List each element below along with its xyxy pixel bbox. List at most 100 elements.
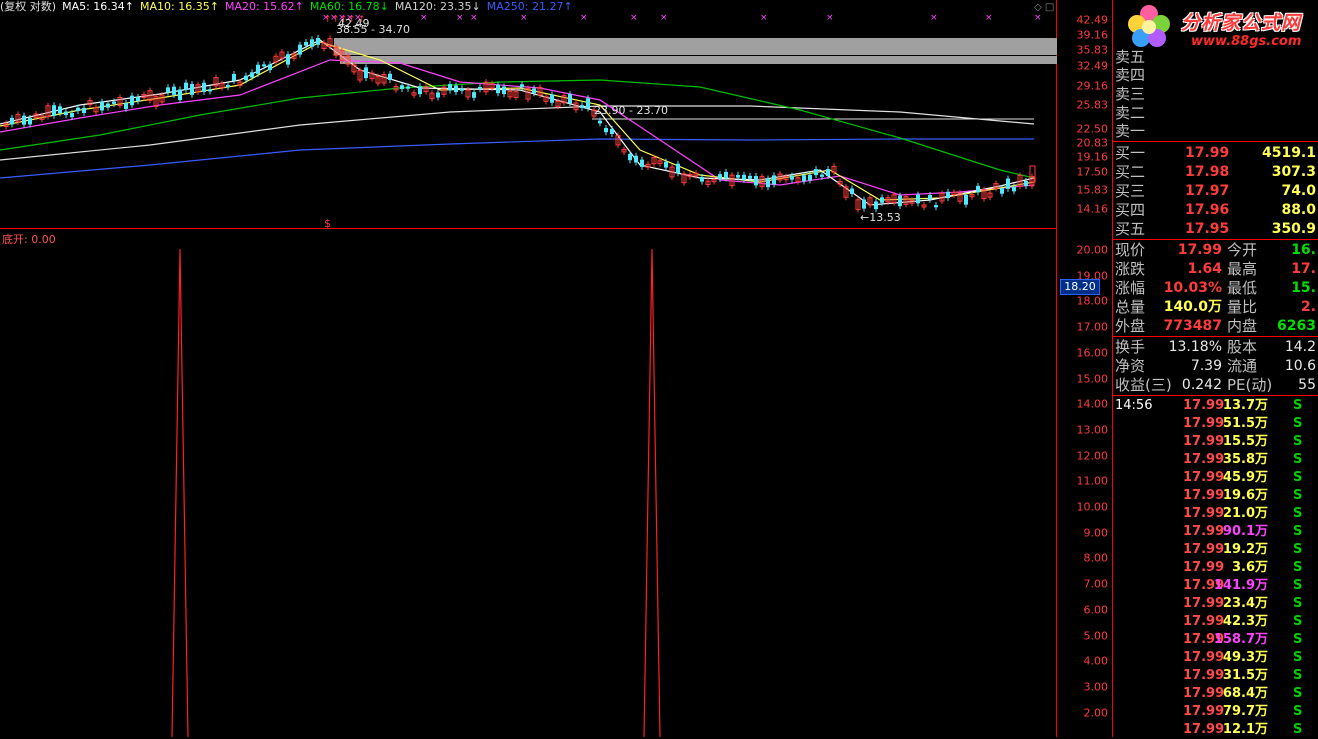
trade-side: S bbox=[1293, 596, 1303, 611]
logo-text: 分析家公式网 bbox=[1181, 12, 1302, 34]
trade-volume: 23.4万 bbox=[1222, 596, 1268, 611]
candle-body bbox=[808, 174, 812, 181]
candle-body bbox=[208, 89, 212, 92]
trade-price: 17.99 bbox=[1183, 650, 1225, 665]
trade-price: 17.99 bbox=[1183, 560, 1225, 575]
indicator-spike bbox=[643, 248, 661, 737]
stats-label: 净资 bbox=[1115, 357, 1146, 375]
signal-marker: × bbox=[930, 13, 938, 23]
buy-level-volume: 74.0 bbox=[1281, 183, 1316, 199]
stats-row: 换手 13.18% 股本 14.2 bbox=[1113, 338, 1318, 357]
sell-level-row: 卖一 bbox=[1113, 122, 1318, 141]
trade-time: 14:56 bbox=[1115, 398, 1153, 413]
trade-price: 17.99 bbox=[1183, 398, 1225, 413]
trade-volume: 21.0万 bbox=[1222, 506, 1268, 521]
price-axis-tick: 42.49 bbox=[1076, 13, 1109, 27]
candle-body bbox=[826, 169, 830, 177]
quote-value: 17.99 bbox=[1177, 242, 1222, 258]
trade-row: 17.99 23.4万 S bbox=[1113, 595, 1318, 613]
price-axis-tick: 14.16 bbox=[1076, 202, 1109, 216]
candle-body bbox=[964, 194, 968, 205]
quote-label: 今开 bbox=[1227, 241, 1258, 259]
candle-body bbox=[262, 64, 266, 67]
trade-row: 17.99 90.1万 S bbox=[1113, 523, 1318, 541]
candle-body bbox=[802, 175, 806, 182]
indicator-axis-tick: 8.00 bbox=[1083, 551, 1109, 565]
stats-value: 10.6 bbox=[1284, 358, 1316, 374]
candle-body bbox=[388, 73, 392, 80]
buy-level-label: 买五 bbox=[1115, 220, 1146, 238]
buy-level-row: 买四 17.96 88.0 bbox=[1113, 201, 1318, 220]
ma-legend-item: MA60: 16.78↓ bbox=[309, 0, 389, 13]
candle-body bbox=[406, 86, 410, 89]
ma-legend-item: MA120: 23.35↓ bbox=[394, 0, 481, 13]
stats-value: 55 bbox=[1298, 377, 1316, 393]
buy-level-price: 17.95 bbox=[1185, 221, 1230, 237]
candle-body bbox=[850, 188, 854, 195]
candle-body bbox=[742, 174, 746, 180]
panel-divider bbox=[1113, 239, 1318, 240]
ma-legend-item: MA250: 21.27↑ bbox=[486, 0, 573, 13]
stats-label: 股本 bbox=[1227, 338, 1258, 356]
indicator-axis-tick: 12.00 bbox=[1076, 449, 1109, 463]
candle-body bbox=[52, 105, 56, 116]
quote-row: 涨跌 1.64 最高 17. bbox=[1113, 260, 1318, 279]
candle-body bbox=[130, 95, 134, 106]
candle-body bbox=[928, 194, 932, 200]
candle-body bbox=[634, 155, 638, 163]
candle-body bbox=[298, 44, 302, 55]
trade-side: S bbox=[1293, 434, 1303, 449]
candle-body bbox=[502, 86, 506, 95]
signal-marker: × bbox=[826, 13, 834, 23]
price-axis-tick: 17.50 bbox=[1076, 165, 1109, 179]
buy-level-label: 买一 bbox=[1115, 144, 1146, 162]
trade-side: S bbox=[1293, 650, 1303, 665]
candle-body bbox=[472, 92, 476, 98]
buy-level-row: 买五 17.95 350.9 bbox=[1113, 220, 1318, 239]
candle-body bbox=[598, 120, 602, 124]
indicator-axis-tick: 13.00 bbox=[1076, 423, 1109, 437]
stats-value: 14.2 bbox=[1284, 339, 1316, 355]
indicator-chart[interactable] bbox=[0, 229, 1057, 737]
trade-row: 17.99 79.7万 S bbox=[1113, 703, 1318, 721]
candlestick-chart[interactable]: × × × × × × × × × × × × × × × × ×↑ ↑ ↑ ↑ ↑38.55 - 34.7023.90… bbox=[0, 0, 1057, 229]
high-price-label: 42.49 bbox=[338, 17, 370, 30]
signal-marker: × bbox=[1034, 13, 1042, 23]
trade-price: 17.99 bbox=[1183, 416, 1225, 431]
candle-body bbox=[820, 174, 824, 177]
ma120-line bbox=[0, 105, 1035, 161]
trade-side: S bbox=[1293, 416, 1303, 431]
signal-marker: × bbox=[520, 13, 528, 23]
candle-body bbox=[184, 82, 188, 90]
candle-body bbox=[754, 176, 758, 186]
trade-volume: 51.5万 bbox=[1222, 416, 1268, 431]
trade-row: 17.99 42.3万 S bbox=[1113, 613, 1318, 631]
candle-body bbox=[1006, 178, 1010, 189]
stats-value: 7.39 bbox=[1190, 358, 1222, 374]
indicator-axis-tick: 11.00 bbox=[1076, 474, 1109, 488]
stats-label: PE(动) bbox=[1227, 376, 1273, 394]
stats-row: 收益(三) 0.242 PE(动) 55 bbox=[1113, 376, 1318, 395]
quote-value: 16. bbox=[1291, 242, 1316, 258]
flower-logo-icon bbox=[1128, 5, 1170, 47]
candle-body bbox=[250, 72, 254, 78]
resistance-band bbox=[334, 38, 1057, 55]
indicator-axis-tick: 4.00 bbox=[1083, 654, 1109, 668]
low-price-label: ←13.53 bbox=[860, 211, 901, 224]
signal-marker: × bbox=[470, 13, 478, 23]
trade-row: 14:56 17.99 13.7万 S bbox=[1113, 397, 1318, 415]
price-axis-tick: 19.16 bbox=[1076, 150, 1109, 164]
trade-row: 17.99 68.4万 S bbox=[1113, 685, 1318, 703]
buy-level-volume: 88.0 bbox=[1281, 202, 1316, 218]
sell-level-row: 卖四 bbox=[1113, 66, 1318, 85]
candle-body bbox=[610, 128, 614, 135]
candle-body bbox=[724, 171, 728, 179]
chart-window-controls-icon[interactable]: ◇ □ bbox=[1034, 2, 1054, 13]
trade-row: 17.99 12.1万 S bbox=[1113, 721, 1318, 739]
trade-side: S bbox=[1293, 686, 1303, 701]
trade-volume: 13.7万 bbox=[1222, 398, 1268, 413]
indicator-axis-tick: 7.00 bbox=[1083, 577, 1109, 591]
trade-side: S bbox=[1293, 668, 1303, 683]
resistance-band bbox=[340, 56, 1057, 64]
site-logo[interactable]: 分析家公式网 www.88gs.com bbox=[1121, 2, 1317, 52]
